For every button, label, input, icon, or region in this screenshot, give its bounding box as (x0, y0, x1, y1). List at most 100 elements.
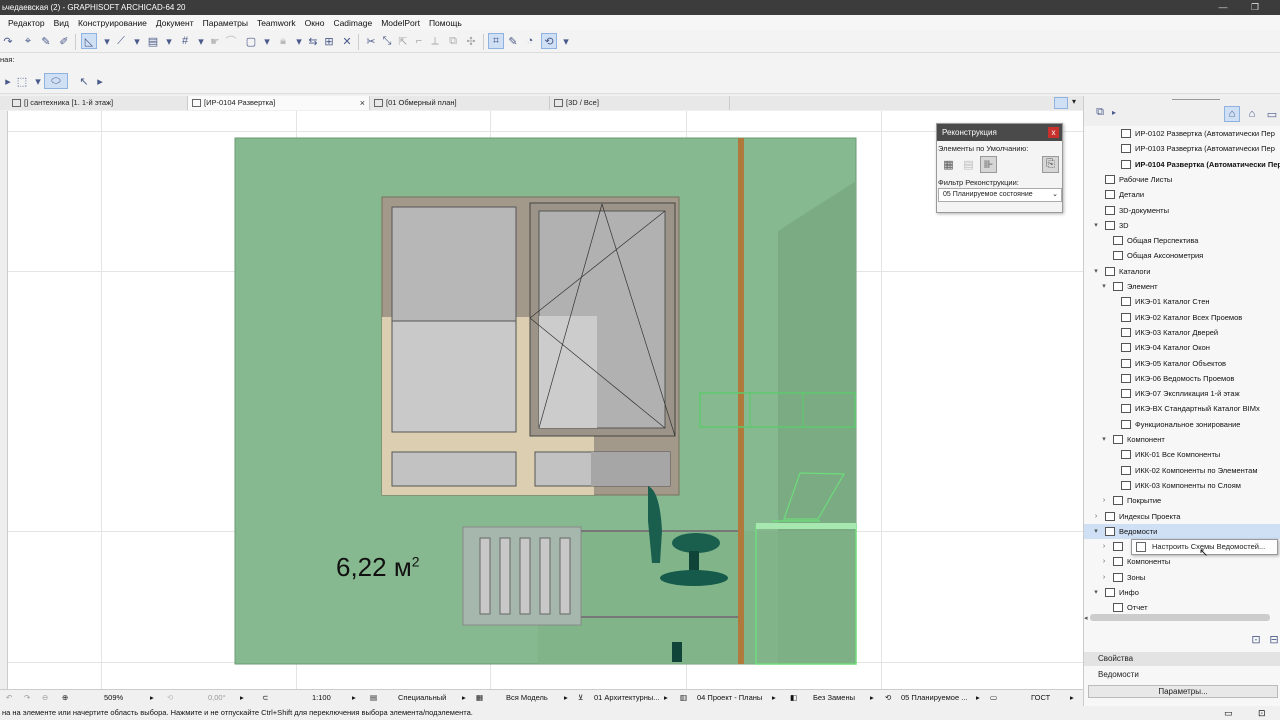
view-map-icon[interactable]: ⌂ (1244, 106, 1260, 122)
project-map-icon[interactable]: ⌂ (1224, 106, 1240, 122)
tree-toggle-icon[interactable]: ▾ (1100, 432, 1108, 447)
lock-icon[interactable]: 🔒︎ (275, 33, 291, 49)
zoom-value[interactable]: 509% (104, 690, 123, 706)
navigator-item[interactable]: ИКК-03 Компоненты по Слоям (1084, 478, 1280, 493)
navigator-item[interactable]: ▾ Элемент (1084, 279, 1280, 294)
navigator-item[interactable]: ▾ Компонент (1084, 432, 1280, 447)
grid-icon[interactable]: # (177, 33, 193, 49)
paint-icon[interactable]: ✎ (505, 33, 521, 49)
pen-set[interactable]: 04 Проект - Планы (697, 690, 762, 706)
properties-section-header[interactable]: Свойства (1084, 652, 1280, 666)
menu-item[interactable]: Окно (305, 18, 325, 28)
trace-icon[interactable]: ⌗ (488, 33, 504, 49)
navigator-item[interactable]: ИКЭ-01 Каталог Стен (1084, 294, 1280, 309)
drawing-canvas[interactable]: 6,22 м2 (8, 111, 1083, 689)
model-view-option[interactable]: Вся Модель (506, 690, 548, 706)
horizontal-scrollbar[interactable] (1090, 614, 1270, 621)
renovation-filter-status[interactable]: 05 Планируемое ... (901, 690, 967, 706)
scale-value[interactable]: 1:100 (312, 690, 331, 706)
undo-zoom-icon[interactable]: ↶ (6, 690, 12, 706)
navigator-item[interactable]: ИКЭ-02 Каталог Всех Проемов (1084, 310, 1280, 325)
palette-settings-icon[interactable]: ⎘ (1042, 156, 1059, 173)
tab-list-icon[interactable] (1054, 97, 1068, 109)
pencil-icon[interactable]: ✎ (38, 33, 54, 49)
chevron-right-icon[interactable]: ▸ (150, 690, 154, 706)
chevron-right-icon[interactable]: ▸ (1070, 690, 1074, 706)
marquee-icon[interactable]: ⬚ (14, 73, 30, 89)
chevron-right-icon[interactable]: ▸ (976, 690, 980, 706)
dock-icon[interactable]: ▭ (1224, 706, 1233, 720)
view-tab[interactable]: [ИР-0104 Развертка] × (188, 96, 370, 110)
arrange-icon[interactable]: ⇆ (305, 33, 321, 49)
chevron-right-icon[interactable]: ▸ (664, 690, 668, 706)
redo-icon[interactable]: ↷ (0, 33, 16, 49)
chevron-right-icon[interactable]: ▸ (772, 690, 776, 706)
tab-menu-chevron-icon[interactable]: ▾ (1072, 97, 1076, 106)
resize-icon[interactable]: ⧉ (445, 33, 461, 49)
structure-display[interactable]: Специальный (398, 690, 446, 706)
navigator-item[interactable]: Функциональное зонирование (1084, 417, 1280, 432)
close-icon[interactable]: x (1048, 127, 1059, 138)
navigator-item[interactable]: ▾ Ведомости (1084, 523, 1280, 539)
menu-item[interactable]: Документ (156, 18, 194, 28)
tree-toggle-icon[interactable]: › (1092, 509, 1100, 524)
split-icon[interactable]: ✂ (363, 33, 379, 49)
dropdown-arrow-icon[interactable]: ▾ (558, 33, 574, 49)
menu-item[interactable]: Cadimage (333, 18, 372, 28)
align-icon[interactable]: ⊞ (321, 33, 337, 49)
chevron-right-icon[interactable]: ▸ (352, 690, 356, 706)
navigator-item[interactable]: ИР-0102 Развертка (Автоматически Пер (1084, 126, 1280, 141)
menu-item[interactable]: Помощь (429, 18, 462, 28)
tree-toggle-icon[interactable]: › (1100, 539, 1108, 554)
navigator-item[interactable]: ▾ Инфо (1084, 585, 1280, 600)
tree-toggle-icon[interactable]: › (1100, 570, 1108, 585)
minimize-icon[interactable]: — (1212, 0, 1234, 15)
zoom-icon[interactable]: ⊕ (62, 690, 68, 706)
navigator-item[interactable]: ИКЭ-03 Каталог Дверей (1084, 325, 1280, 340)
menu-item[interactable]: Конструирование (78, 18, 147, 28)
navigator-item[interactable]: Рабочие Листы (1084, 172, 1280, 187)
navigator-item[interactable]: › Индексы Проекта (1084, 509, 1280, 524)
chevron-right-icon[interactable]: ▸ (462, 690, 466, 706)
redo-zoom-icon[interactable]: ↷ (24, 690, 30, 706)
navigator-item[interactable]: Общая Аксонометрия (1084, 248, 1280, 263)
rotated-marquee-icon[interactable]: ⬭ (44, 73, 68, 89)
navigator-item[interactable]: ▾ Каталоги (1084, 264, 1280, 279)
tree-toggle-icon[interactable]: ▾ (1092, 264, 1100, 279)
scroll-left-icon[interactable]: ◂ (1084, 614, 1088, 622)
chevron-right-icon[interactable]: ▸ (564, 690, 568, 706)
layer-combination[interactable]: 01 Архитектурны... (594, 690, 659, 706)
navigator-item[interactable]: › Покрытие (1084, 493, 1280, 508)
dropdown-arrow-icon[interactable]: ▾ (129, 33, 145, 49)
chevron-right-icon[interactable]: ▸ (1106, 104, 1122, 120)
layer-combo-icon[interactable]: ▤ (145, 33, 161, 49)
chevron-right-icon[interactable]: ▸ (92, 73, 108, 89)
offset-icon[interactable]: ⇱ (395, 33, 411, 49)
extend-icon[interactable]: ⟂ (427, 33, 443, 49)
eyedropper-icon[interactable]: ✐ (56, 33, 72, 49)
tree-toggle-icon[interactable]: › (1100, 493, 1108, 508)
chevron-right-icon[interactable]: ▸ (870, 690, 874, 706)
renovation-icon[interactable]: ⟲ (541, 33, 557, 49)
navigator-item[interactable]: ИКЭ-07 Экспликация 1-й этаж (1084, 386, 1280, 401)
group-icon[interactable]: ▢ (243, 33, 259, 49)
navigator-item[interactable]: 3D-документы (1084, 203, 1280, 218)
navigator-item[interactable]: ИКК-02 Компоненты по Элементам (1084, 463, 1280, 478)
pointer-magic-icon[interactable]: ⌖ (20, 33, 36, 49)
existing-element-icon[interactable]: ▦ (940, 156, 957, 173)
settings-button[interactable]: Параметры... (1088, 685, 1278, 698)
guide-line-icon[interactable]: ◺ (81, 33, 97, 49)
chevron-right-icon[interactable]: ▸ (240, 690, 244, 706)
navigator-item[interactable]: ИР-0103 Развертка (Автоматически Пер (1084, 141, 1280, 156)
navigator-item[interactable]: ▾ 3D (1084, 218, 1280, 233)
tree-toggle-icon[interactable]: ▾ (1092, 524, 1100, 539)
graphic-override[interactable]: Без Замены (813, 690, 855, 706)
select-icon[interactable]: ⌒ (223, 33, 239, 49)
navigator-item[interactable]: ИКЭ-05 Каталог Объектов (1084, 356, 1280, 371)
reconstruction-header[interactable]: Реконструкция x (937, 124, 1062, 141)
restore-icon[interactable]: ❐ (1244, 0, 1266, 15)
rotate-icon[interactable]: ⟲ (167, 690, 173, 706)
dimension-standard[interactable]: ГОСТ (1031, 690, 1050, 706)
shape-icon[interactable]: ◔ (522, 33, 538, 49)
arrow-tool-icon[interactable]: ↖ (76, 73, 92, 89)
